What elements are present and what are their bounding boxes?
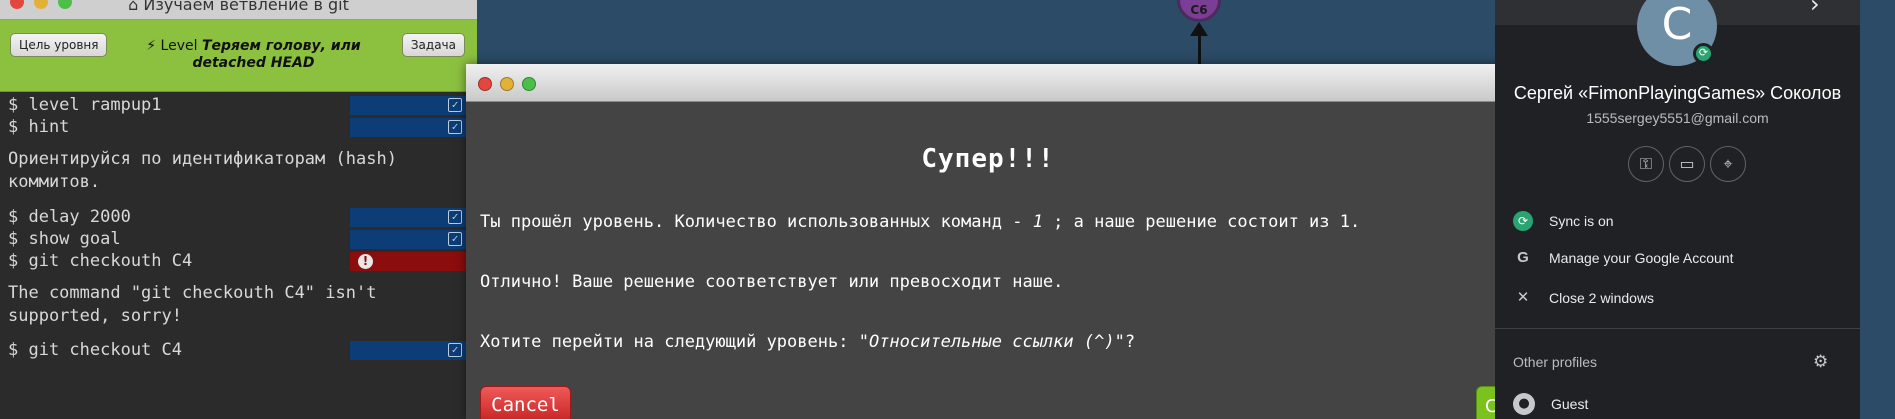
panel-title-bar: ⌂ Изучаем ветвление в git xyxy=(0,0,477,20)
chevron-right-icon[interactable]: › xyxy=(1810,0,1820,18)
sync-icon: ⟳ xyxy=(1513,211,1533,231)
guest-profile-label[interactable]: Guest xyxy=(1551,396,1588,412)
command-text: $ git checkout C4 xyxy=(8,340,182,360)
command-row: $ delay 2000 ✓ xyxy=(0,206,477,228)
menu-item-label: Close 2 windows xyxy=(1549,290,1655,306)
menu-item-sync[interactable]: ⟳ Sync is on xyxy=(1513,210,1840,234)
google-profile-menu: › C ⟳ Сергей «FimonPlayingGames» Соколов… xyxy=(1495,0,1860,419)
error-message: The command "git checkouth C4" isn't sup… xyxy=(8,283,377,326)
addresses-button[interactable]: ⌖ xyxy=(1710,146,1746,182)
command-text: $ level rampup1 xyxy=(8,95,162,115)
key-icon: ⚿ xyxy=(1639,154,1653,173)
sync-badge-icon: ⟳ xyxy=(1693,43,1714,64)
command-text: $ show goal xyxy=(8,229,121,249)
command-status: ✓ xyxy=(350,341,467,360)
payment-methods-button[interactable]: ▭ xyxy=(1669,146,1705,182)
level-complete-dialog: Супер!!! Ты прошёл уровень. Количество и… xyxy=(466,64,1506,419)
check-icon: ✓ xyxy=(448,232,462,246)
command-error-status: ! xyxy=(350,252,467,271)
cancel-button[interactable]: Cancel xyxy=(480,386,571,419)
check-icon: ✓ xyxy=(448,98,462,112)
command-status: ✓ xyxy=(350,230,467,249)
screen: ⌂ Изучаем ветвление в git Цель уровня ⚡ … xyxy=(0,0,1895,419)
command-text: $ delay 2000 xyxy=(8,207,131,227)
next-level-suffix: ? xyxy=(1124,332,1136,352)
check-icon: ✓ xyxy=(448,343,462,357)
next-level-name: "Относительные ссылки (^)" xyxy=(858,332,1125,352)
command-row: $ git checkouth C4 ! xyxy=(0,250,477,272)
close-dialog-icon[interactable] xyxy=(478,77,492,91)
level-bar: Цель уровня ⚡ Level Теряем голову, или d… xyxy=(0,20,477,92)
passwords-button[interactable]: ⚿ xyxy=(1628,146,1664,182)
command-count: 1 xyxy=(1032,212,1043,232)
next-level-prefix: Хотите перейти на следующий уровень: xyxy=(480,332,859,352)
command-row: $ git checkout C4 ✓ xyxy=(0,339,477,361)
credit-card-icon: ▭ xyxy=(1679,154,1695,173)
menu-item-close-windows[interactable]: ✕ Close 2 windows xyxy=(1513,287,1840,311)
close-icon: ✕ xyxy=(1516,289,1530,306)
commit-node[interactable]: C6 xyxy=(1177,0,1221,22)
google-icon: G xyxy=(1517,249,1529,266)
terminal-output: $ level rampup1 ✓ $ hint ✓ Ориентируйся … xyxy=(0,94,477,419)
command-text: $ hint xyxy=(8,117,70,137)
level-prefix: ⚡ Level xyxy=(146,38,198,54)
commit-edge xyxy=(1198,30,1201,67)
command-status: ✓ xyxy=(350,208,467,227)
result-suffix: ; а наше решение состоит из 1. xyxy=(1042,212,1361,232)
background-right xyxy=(1860,0,1895,419)
minimize-dialog-icon[interactable] xyxy=(500,77,514,91)
next-level-line: Хотите перейти на следующий уровень: "От… xyxy=(480,332,1135,352)
profile-name: Сергей «FimonPlayingGames» Соколов xyxy=(1513,83,1842,103)
dialog-heading: Супер!!! xyxy=(921,144,1055,174)
command-status: ✓ xyxy=(350,118,467,137)
hint-message: Ориентируйся по идентификаторам (hash) к… xyxy=(8,149,397,192)
command-text: $ git checkouth C4 xyxy=(8,251,193,271)
command-row: $ hint ✓ xyxy=(0,116,477,138)
level-title: ⚡ Level Теряем голову, или detached HEAD xyxy=(110,38,397,72)
level-name: Теряем голову, или detached HEAD xyxy=(192,38,361,71)
git-learning-panel: ⌂ Изучаем ветвление в git Цель уровня ⚡ … xyxy=(0,0,477,419)
command-row: $ level rampup1 ✓ xyxy=(0,94,477,116)
menu-item-label: Sync is on xyxy=(1549,213,1614,229)
guest-avatar-icon[interactable]: ● xyxy=(1513,393,1535,415)
command-row: $ show goal ✓ xyxy=(0,228,477,250)
check-icon: ✓ xyxy=(448,120,462,134)
goal-button[interactable]: Цель уровня xyxy=(10,33,108,57)
check-icon: ✓ xyxy=(448,210,462,224)
menu-item-label: Manage your Google Account xyxy=(1549,250,1734,266)
gear-icon[interactable]: ⚙ xyxy=(1813,352,1828,372)
panel-title: ⌂ Изучаем ветвление в git xyxy=(128,0,349,14)
task-button[interactable]: Задача xyxy=(401,33,465,57)
dialog-body: Супер!!! Ты прошёл уровень. Количество и… xyxy=(480,102,1496,419)
location-pin-icon: ⌖ xyxy=(1723,154,1733,173)
profile-email: 1555sergey5551@gmail.com xyxy=(1586,110,1769,126)
other-profiles-heading: Other profiles xyxy=(1513,354,1598,370)
result-line: Ты прошёл уровень. Количество использова… xyxy=(480,212,1360,232)
command-status: ✓ xyxy=(350,96,467,115)
dialog-title-bar xyxy=(466,64,1506,102)
result-prefix: Ты прошёл уровень. Количество использова… xyxy=(480,212,1033,232)
comparison-line: Отлично! Ваше решение соответствует или … xyxy=(480,272,1064,292)
divider xyxy=(1495,328,1860,329)
error-icon: ! xyxy=(358,254,373,269)
dialog-window-controls xyxy=(478,77,536,91)
menu-item-manage-account[interactable]: G Manage your Google Account xyxy=(1513,247,1840,271)
maximize-dialog-icon[interactable] xyxy=(522,77,536,91)
